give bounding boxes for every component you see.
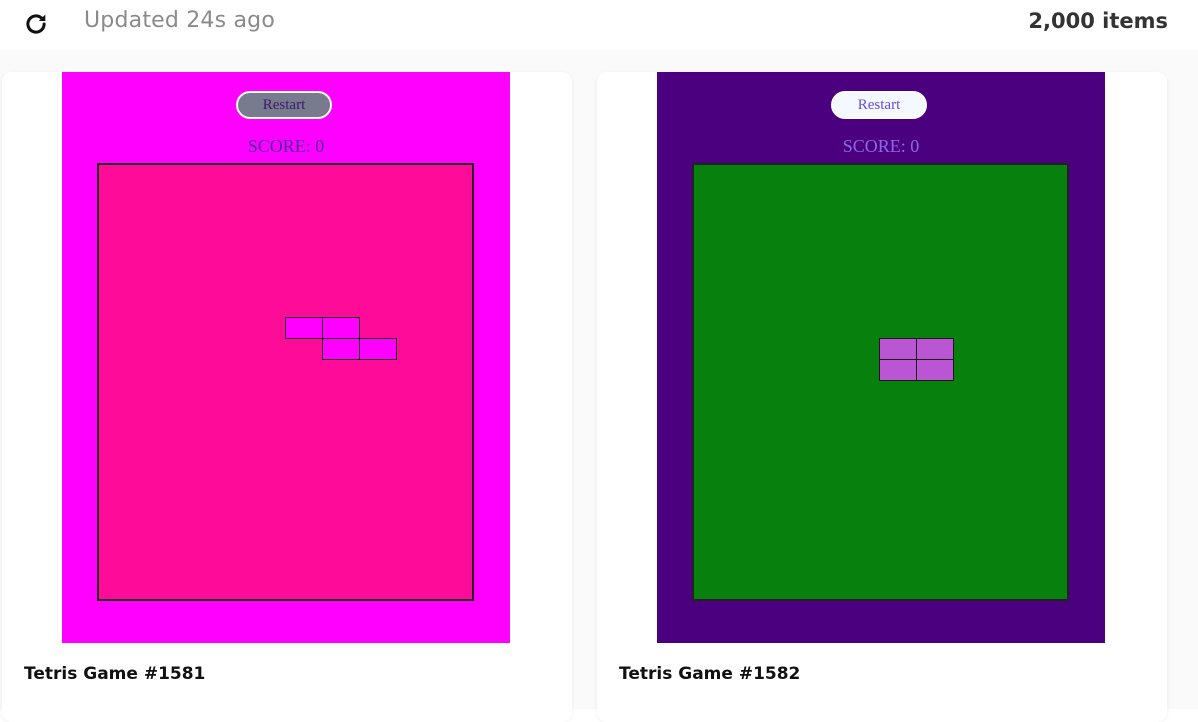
tetromino-block <box>322 338 360 360</box>
refresh-icon <box>26 14 46 34</box>
game-thumbnail[interactable]: Restart SCORE: 0 <box>62 72 510 643</box>
game-thumbnail[interactable]: Restart SCORE: 0 <box>657 72 1105 643</box>
score-label: SCORE: 0 <box>247 136 325 156</box>
top-bar: Updated 24s ago 2,000 items <box>0 0 1198 50</box>
items-count: 2,000 items <box>1028 9 1168 33</box>
score-label: SCORE: 0 <box>842 136 920 156</box>
tetromino-block <box>879 338 917 360</box>
game-board <box>692 163 1069 601</box>
tetromino-block <box>359 338 397 360</box>
restart-button[interactable]: Restart <box>831 91 927 119</box>
game-card[interactable]: Restart SCORE: 0 Tetris Game #1581 <box>2 72 572 722</box>
tetromino-block <box>285 317 323 339</box>
game-board <box>97 163 474 601</box>
restart-button[interactable]: Restart <box>236 91 332 119</box>
card-title[interactable]: Tetris Game #1581 <box>24 664 205 684</box>
card-title[interactable]: Tetris Game #1582 <box>619 664 800 684</box>
tetromino-block <box>879 359 917 381</box>
tetromino-block <box>916 359 954 381</box>
refresh-button[interactable] <box>22 10 50 38</box>
tetromino-block <box>322 317 360 339</box>
last-updated-text: Updated 24s ago <box>84 8 275 33</box>
game-card[interactable]: Restart SCORE: 0 Tetris Game #1582 <box>597 72 1167 722</box>
tetromino-block <box>916 338 954 360</box>
